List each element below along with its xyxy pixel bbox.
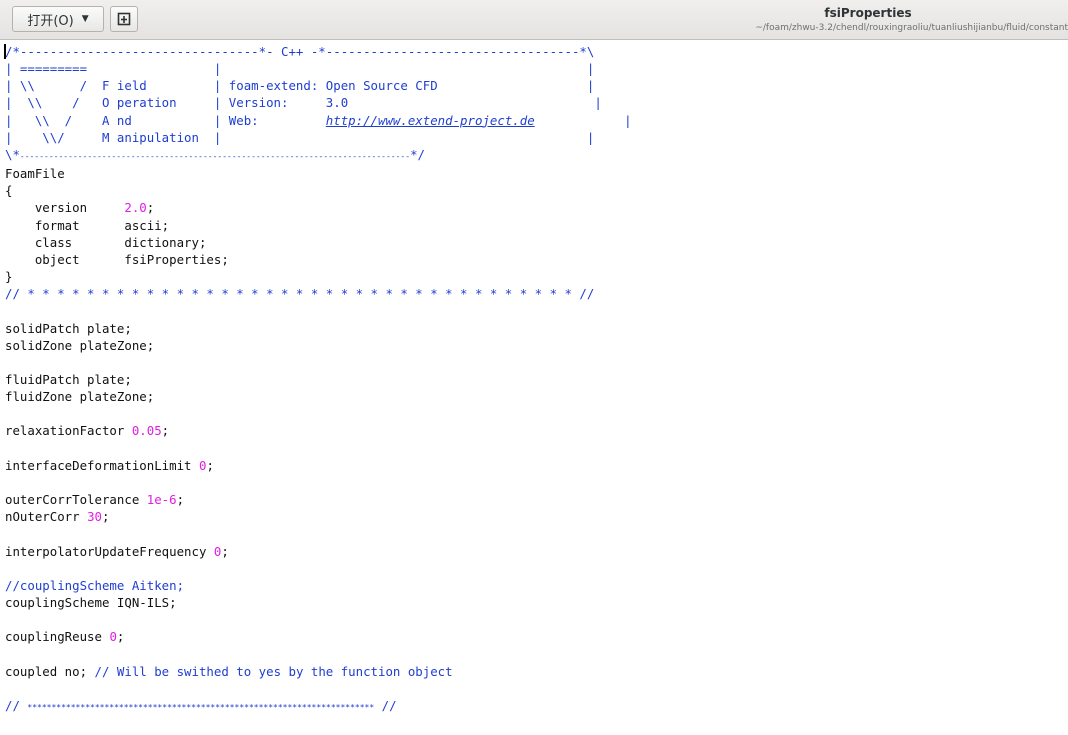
coupled-comment: // Will be swithed to yes by the functio… (94, 663, 453, 679)
banner-line-4a: | \\ / A nd | (5, 112, 229, 128)
open-button-label: 打开(O) (27, 13, 74, 29)
interpolator-frequency-value: 0 (213, 543, 222, 559)
coupled-line: coupled no; (5, 663, 95, 679)
end-comment-start: // (5, 697, 28, 713)
chevron-down-icon: ▼ (81, 14, 89, 24)
close-brace: } (5, 269, 13, 285)
open-brace: { (5, 183, 13, 199)
banner-line-1: | ========= | | (5, 61, 595, 77)
outer-corr-tolerance-key: outerCorrTolerance (5, 492, 147, 508)
new-document-icon (117, 12, 131, 26)
fluid-zone-line: fluidZone plateZone; (5, 389, 155, 405)
file-path-subtitle: ~/foam/zhwu-3.2/chendl/rouxingraoliu/tua… (755, 23, 1068, 33)
banner-bottom-end: */ (410, 146, 425, 162)
n-outer-corr-key: nOuterCorr (5, 509, 88, 525)
new-tab-button[interactable] (110, 6, 138, 32)
version-value: 2.0 (124, 200, 147, 216)
foamfile-keyword: FoamFile (5, 166, 65, 182)
banner-line-3c: | (348, 95, 602, 111)
banner-line-2c: | (437, 78, 595, 94)
relaxation-key: relaxationFactor (5, 423, 132, 439)
interpolator-frequency-key: interpolatorUpdateFrequency (5, 543, 214, 559)
deformation-limit-value: 0 (198, 457, 207, 473)
banner-line-2a: | \\ / F ield | (5, 78, 229, 94)
solid-zone-line: solidZone plateZone; (5, 337, 155, 353)
deformation-limit-key: interfaceDeformationLimit (5, 457, 199, 473)
banner-line-4c: | (534, 112, 632, 128)
coupling-reuse-value: 0 (109, 629, 117, 645)
class-line: class dictionary; (5, 234, 207, 250)
banner-line-3a: | \\ / O peration | (5, 95, 229, 111)
relaxation-value: 0.05 (131, 423, 162, 439)
code-view[interactable]: /*--------------------------------*- C++… (5, 43, 632, 716)
outer-corr-tolerance-value: 1e-6 (146, 492, 177, 508)
end-comment-end: // (374, 697, 397, 713)
solid-patch-line: solidPatch plate; (5, 320, 132, 336)
object-line: object fsiProperties; (5, 251, 229, 267)
banner-line-2b: foam-extend: Open Source CFD (228, 78, 438, 94)
open-button[interactable]: 打开(O) ▼ (12, 6, 104, 32)
coupling-reuse-key: couplingReuse (5, 629, 110, 645)
banner-bottom-start: \* (5, 146, 20, 162)
version-key: version (5, 200, 125, 216)
banner-line-4b: Web: (228, 112, 326, 128)
format-line: format ascii; (5, 217, 170, 233)
banner-line-3b: Version: 3.0 (228, 95, 349, 111)
n-outer-corr-value: 30 (87, 509, 102, 525)
banner-bottom-dashes: ----------------------------------------… (19, 151, 411, 161)
title-box: fsiProperties ~/foam/zhwu-3.2/chendl/rou… (668, 6, 1068, 34)
coupling-scheme-comment: //couplingScheme Aitken; (5, 577, 185, 593)
banner-top: /*--------------------------------*- C++… (5, 44, 595, 59)
banner-url-link[interactable]: http://www.extend-project.de (326, 113, 535, 128)
coupling-scheme-line: couplingScheme IQN-ILS; (5, 595, 177, 610)
end-comment-stars: ****************************************… (27, 702, 375, 712)
header-bar: 打开(O) ▼ fsiProperties ~/foam/zhwu-3.2/ch… (0, 0, 1068, 40)
fluid-patch-line: fluidPatch plate; (5, 371, 132, 387)
banner-line-5: | \\/ M anipulation | | (5, 129, 595, 145)
separator-comment: // * * * * * * * * * * * * * * * * * * *… (5, 286, 595, 302)
window-title: fsiProperties (824, 6, 912, 20)
